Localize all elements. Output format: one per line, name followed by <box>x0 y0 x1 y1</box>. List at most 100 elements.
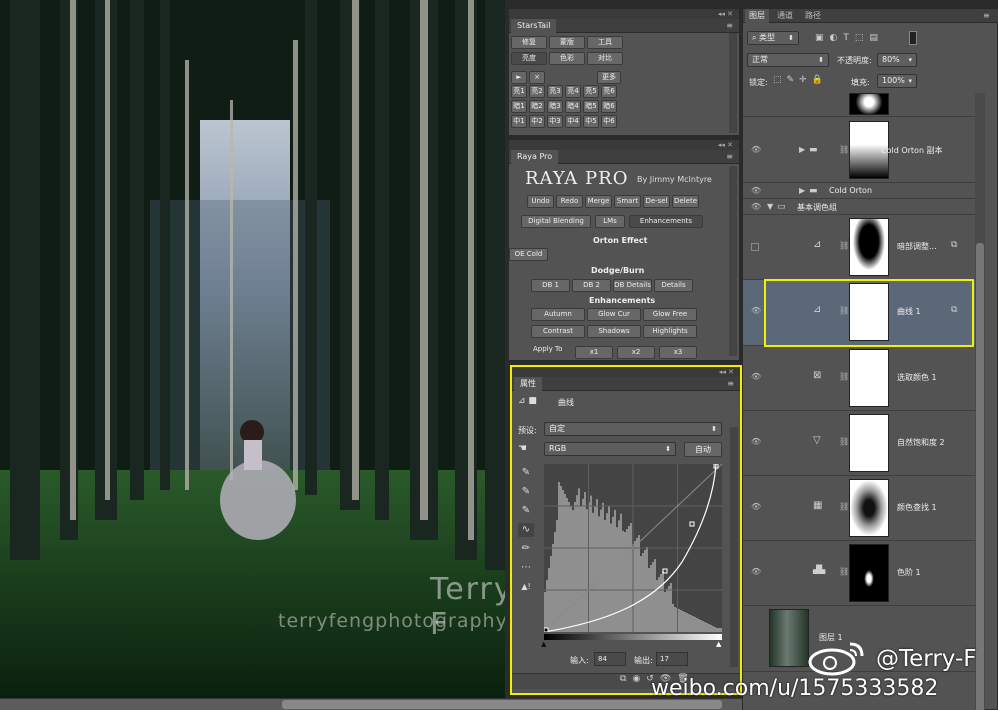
enhancement-button[interactable]: Highlights <box>643 325 697 338</box>
starstail-grid-button[interactable]: 暗6 <box>601 100 617 113</box>
panel-menu-icon[interactable]: ≡ <box>727 379 734 388</box>
raya-top-button[interactable]: Smart <box>614 195 641 208</box>
btn-color[interactable]: 色彩 <box>549 52 585 65</box>
scrollbar-thumb[interactable] <box>282 700 722 709</box>
hand-adjust-icon[interactable]: ☚ <box>518 443 527 454</box>
gray-point-eyedropper-icon[interactable]: ✎ <box>518 485 534 499</box>
starstail-grid-button[interactable]: 中4 <box>565 115 581 128</box>
canvas-scrollbar[interactable] <box>0 698 742 710</box>
layer-row-vibrance-2[interactable]: 👁 ▽ ⛓ 自然饱和度 2 <box>743 411 975 476</box>
enhancement-button[interactable]: Glow Cur <box>587 308 641 321</box>
starstail-grid-button[interactable]: 暗2 <box>529 100 545 113</box>
apply-to-button[interactable]: x1 <box>575 346 613 359</box>
filter-toggle[interactable] <box>909 31 917 45</box>
lock-icons[interactable]: ⬚✎✛🔒 <box>773 75 828 85</box>
panel-menu-icon[interactable]: ≡ <box>726 21 733 30</box>
tab-raya-pro[interactable]: Raya Pro <box>511 150 559 164</box>
starstail-grid-button[interactable]: 亮3 <box>547 85 563 98</box>
fill-field[interactable]: 100% ▾ <box>877 74 917 88</box>
enhancement-button[interactable]: Autumn <box>531 308 585 321</box>
panel-menu-icon[interactable]: ≡ <box>979 9 994 23</box>
raya-top-button[interactable]: Redo <box>556 195 583 208</box>
dodge-burn-button[interactable]: DB 2 <box>572 279 611 292</box>
raya-tab-digital-blending[interactable]: Digital Blending <box>521 215 591 228</box>
properties-scrollbar[interactable] <box>730 427 738 667</box>
starstail-grid-button[interactable]: 暗5 <box>583 100 599 113</box>
raya-top-button[interactable]: De-sel <box>643 195 670 208</box>
btn-repair[interactable]: 修复 <box>511 36 547 49</box>
starstail-grid-button[interactable]: 亮1 <box>511 85 527 98</box>
starstail-grid-button[interactable]: 中2 <box>529 115 545 128</box>
panel-collapse-bar[interactable]: ◂◂ ✕ <box>509 140 739 150</box>
enhancement-button[interactable]: Glow Free <box>643 308 697 321</box>
black-slider-icon[interactable]: ▲ <box>541 640 546 648</box>
starstail-grid-button[interactable]: 中3 <box>547 115 563 128</box>
layer-row-color-lookup-1[interactable]: 👁 ▦ ⛓ 颜色查找 1 <box>743 476 975 541</box>
raya-tab-enhancements[interactable]: Enhancements <box>629 215 703 228</box>
dodge-burn-button[interactable]: Details <box>654 279 693 292</box>
tab-properties[interactable]: 属性 <box>514 377 542 391</box>
layer-row-cold-orton-copy[interactable]: 👁 ▶ ▬ ⛓ Cold Orton 副本 <box>743 117 975 183</box>
visibility-eye-icon[interactable]: 👁 <box>751 372 761 381</box>
curve-point-tool-icon[interactable]: ∿ <box>518 523 534 537</box>
tab-starstail[interactable]: StarsTail <box>511 19 557 33</box>
scrollbar-thumb[interactable] <box>976 243 984 710</box>
layer-row-shadow-adjust[interactable]: ⊿ ⛓ 暗部调整... ⧉ <box>743 215 975 280</box>
tab-channels[interactable]: 通道 <box>773 9 797 23</box>
smooth-curve-icon[interactable]: ⋯ <box>518 561 534 575</box>
raya-scrollbar[interactable] <box>729 166 737 356</box>
orton-button[interactable]: OE Cold <box>509 248 548 261</box>
raya-top-button[interactable]: Delete <box>672 195 699 208</box>
visibility-eye-icon[interactable]: 👁 <box>751 306 761 315</box>
pencil-draw-icon[interactable]: ✏ <box>518 542 534 556</box>
layer-row-levels-1[interactable]: 👁 ▟▙ ⛓ 色阶 1 <box>743 541 975 606</box>
channel-select[interactable]: RGB ⬍ <box>544 442 676 456</box>
group-collapse-arrow-icon[interactable]: ▼ <box>767 202 773 211</box>
dodge-burn-button[interactable]: DB Details <box>613 279 652 292</box>
raya-tab-lms[interactable]: LMs <box>595 215 625 228</box>
raya-top-button[interactable]: Undo <box>527 195 554 208</box>
starstail-grid-button[interactable]: 中6 <box>601 115 617 128</box>
btn-close[interactable]: × <box>529 71 545 84</box>
visibility-eye-icon[interactable]: 👁 <box>751 567 761 576</box>
white-point-eyedropper-icon[interactable]: ✎ <box>518 504 534 518</box>
starstail-grid-button[interactable]: 暗4 <box>565 100 581 113</box>
visibility-eye-icon[interactable]: 👁 <box>751 202 761 211</box>
layer-filter-select[interactable]: ⌕ 类型 ⬍ <box>747 31 799 45</box>
curves-graph[interactable]: ▲ ▲ <box>541 463 723 648</box>
layers-scrollbar[interactable] <box>975 93 985 710</box>
view-previous-icon[interactable]: ◉ <box>632 674 646 684</box>
curve-point[interactable] <box>543 627 549 633</box>
starstail-grid-button[interactable]: 亮2 <box>529 85 545 98</box>
starstail-grid-button[interactable]: 亮5 <box>583 85 599 98</box>
visibility-eye-icon[interactable]: 👁 <box>751 502 761 511</box>
starstail-scrollbar[interactable] <box>729 33 737 133</box>
clipping-warning-icon[interactable]: ▲! <box>518 580 534 594</box>
btn-more[interactable]: 更多 <box>597 71 621 84</box>
black-point-eyedropper-icon[interactable]: ✎ <box>518 466 534 480</box>
auto-button[interactable]: 自动 <box>684 442 722 457</box>
btn-contrast[interactable]: 对比 <box>587 52 623 65</box>
input-field[interactable]: 84 <box>594 652 626 666</box>
visibility-off-box[interactable] <box>751 243 759 251</box>
btn-play[interactable]: ► <box>511 71 527 84</box>
visibility-eye-icon[interactable]: 👁 <box>751 437 761 446</box>
layer-row-selective-color-1[interactable]: 👁 ⊠ ⛓ 选取颜色 1 <box>743 346 975 411</box>
dodge-burn-button[interactable]: DB 1 <box>531 279 570 292</box>
starstail-grid-button[interactable]: 亮6 <box>601 85 617 98</box>
document-canvas[interactable]: Terry F terryfengphotography.lofter.com <box>0 0 505 698</box>
starstail-grid-button[interactable]: 中1 <box>511 115 527 128</box>
panel-collapse-bar[interactable]: ◂◂ ✕ <box>509 9 739 19</box>
preset-select[interactable]: 自定 ⬍ <box>544 422 722 436</box>
group-expand-arrow-icon[interactable]: ▶ <box>799 186 805 195</box>
layer-row-partial[interactable] <box>743 93 975 117</box>
layer-row-basic-group[interactable]: 👁 ▼ ▭ 基本调色组 <box>743 199 975 215</box>
starstail-grid-button[interactable]: 暗1 <box>511 100 527 113</box>
enhancement-button[interactable]: Shadows <box>587 325 641 338</box>
btn-brightness[interactable]: 亮度 <box>511 52 547 65</box>
visibility-eye-icon[interactable]: 👁 <box>751 186 761 195</box>
output-field[interactable]: 17 <box>656 652 688 666</box>
raya-top-button[interactable]: Merge <box>585 195 612 208</box>
white-slider-icon[interactable]: ▲ <box>716 640 721 648</box>
btn-tools[interactable]: 工具 <box>587 36 623 49</box>
